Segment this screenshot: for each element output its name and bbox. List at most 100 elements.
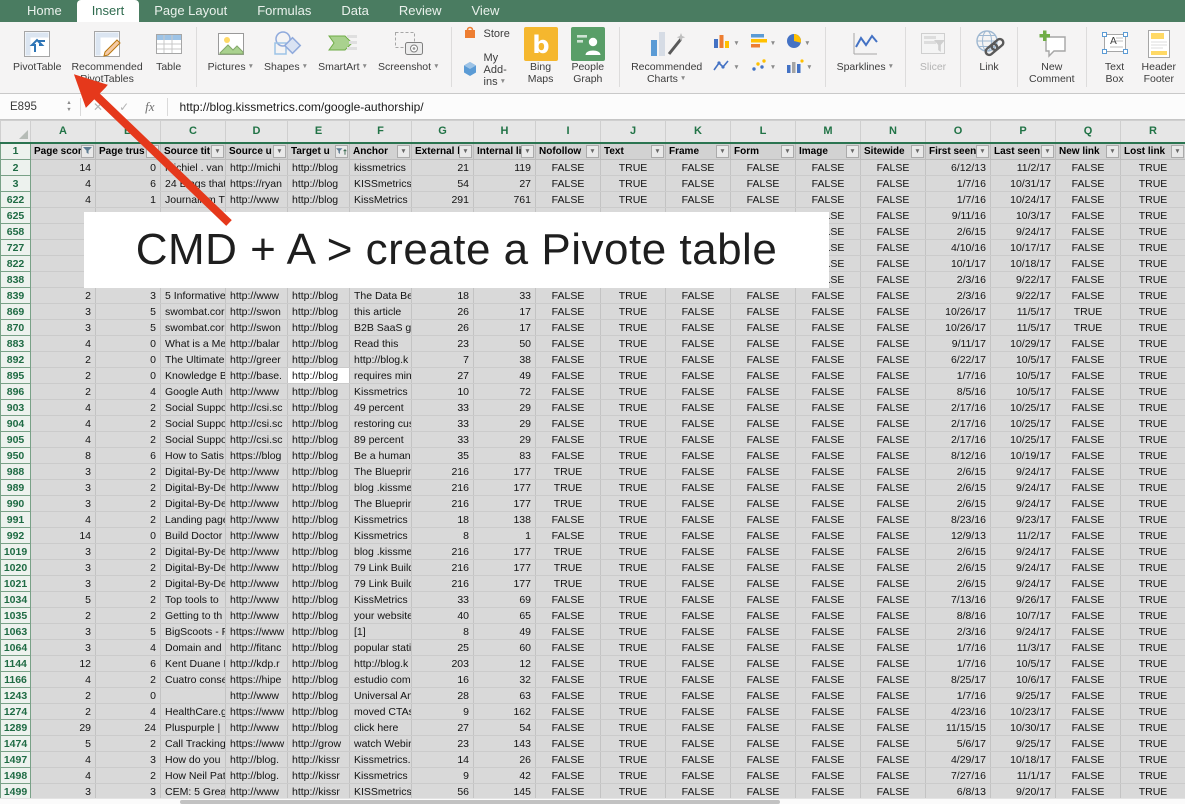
cell-H1034[interactable]: 69 [474,592,536,608]
cell-H991[interactable]: 138 [474,512,536,528]
cell-I1166[interactable]: FALSE [536,672,601,688]
cell-L1019[interactable]: FALSE [731,544,796,560]
cell-B1289[interactable]: 24 [96,720,161,736]
bing-maps-button[interactable]: b Bing Maps [519,25,563,87]
cell-C991[interactable]: Landing page [161,512,226,528]
cell-M896[interactable]: FALSE [796,384,861,400]
cell-J1166[interactable]: TRUE [601,672,666,688]
cell-D1144[interactable]: http://kdp.r [226,656,288,672]
cell-P991[interactable]: 9/23/17 [991,512,1056,528]
cell-R1274[interactable]: TRUE [1121,704,1185,720]
cell-J3[interactable]: TRUE [601,176,666,192]
cell-F883[interactable]: Read this [350,336,412,352]
row-header-883[interactable]: 883 [1,336,31,352]
cell-D988[interactable]: http://www [226,464,288,480]
column-header-C[interactable]: C [161,121,226,143]
cell-N1474[interactable]: FALSE [861,736,926,752]
cell-G1063[interactable]: 8 [412,624,474,640]
cell-I870[interactable]: FALSE [536,320,601,336]
cell-K992[interactable]: FALSE [666,528,731,544]
filter-button-C[interactable]: ▼ [211,145,224,158]
cell-C1144[interactable]: Kent Duane I [161,656,226,672]
cell-B1144[interactable]: 6 [96,656,161,672]
cell-H1019[interactable]: 177 [474,544,536,560]
cancel-icon[interactable]: ✕ [85,100,111,114]
cell-L991[interactable]: FALSE [731,512,796,528]
cell-B892[interactable]: 0 [96,352,161,368]
cell-G992[interactable]: 8 [412,528,474,544]
column-header-H[interactable]: H [474,121,536,143]
header-footer-button[interactable]: Header Footer [1137,25,1181,87]
cell-F1063[interactable]: [1] [350,624,412,640]
cell-L883[interactable]: FALSE [731,336,796,352]
cell-F1498[interactable]: Kissmetrics [350,768,412,784]
text-box-button[interactable]: A Text Box [1093,25,1137,87]
cell-E1497[interactable]: http://kissr [288,752,350,768]
cell-A2[interactable]: 14 [31,160,96,176]
cell-O838[interactable]: 2/3/16 [926,272,991,288]
cell-G1020[interactable]: 216 [412,560,474,576]
cell-I1474[interactable]: FALSE [536,736,601,752]
cell-E1019[interactable]: http://blog [288,544,350,560]
row-header-1144[interactable]: 1144 [1,656,31,672]
cell-O1497[interactable]: 4/29/17 [926,752,991,768]
cell-N892[interactable]: FALSE [861,352,926,368]
cell-Q822[interactable]: FALSE [1056,256,1121,272]
cell-J1064[interactable]: TRUE [601,640,666,656]
cell-L892[interactable]: FALSE [731,352,796,368]
cell-G839[interactable]: 18 [412,288,474,304]
cell-N1243[interactable]: FALSE [861,688,926,704]
row-header-822[interactable]: 822 [1,256,31,272]
cell-G1274[interactable]: 9 [412,704,474,720]
cell-E1474[interactable]: http://grow [288,736,350,752]
cell-E869[interactable]: http://blog [288,304,350,320]
filter-button-N[interactable]: ▼ [911,145,924,158]
cell-I1498[interactable]: FALSE [536,768,601,784]
cell-E988[interactable]: http://blog [288,464,350,480]
cell-E839[interactable]: http://blog [288,288,350,304]
cell-O1144[interactable]: 1/7/16 [926,656,991,672]
cell-F988[interactable]: The Blueprin [350,464,412,480]
cell-P838[interactable]: 9/22/17 [991,272,1056,288]
cell-D1474[interactable]: https://www [226,736,288,752]
cell-B989[interactable]: 2 [96,480,161,496]
cell-E1289[interactable]: http://blog [288,720,350,736]
cell-B883[interactable]: 0 [96,336,161,352]
cell-P1497[interactable]: 10/18/17 [991,752,1056,768]
cell-G870[interactable]: 26 [412,320,474,336]
cell-O1289[interactable]: 11/15/15 [926,720,991,736]
cell-J992[interactable]: TRUE [601,528,666,544]
cell-F1166[interactable]: estudio come [350,672,412,688]
cell-O892[interactable]: 6/22/17 [926,352,991,368]
cell-R1144[interactable]: TRUE [1121,656,1185,672]
cell-E905[interactable]: http://blog [288,432,350,448]
cell-L903[interactable]: FALSE [731,400,796,416]
cell-O990[interactable]: 2/6/15 [926,496,991,512]
cell-O1498[interactable]: 7/27/16 [926,768,991,784]
cell-G1243[interactable]: 28 [412,688,474,704]
cell-J1063[interactable]: TRUE [601,624,666,640]
cell-I988[interactable]: TRUE [536,464,601,480]
horizontal-scrollbar-thumb[interactable] [180,800,780,804]
row-header-950[interactable]: 950 [1,448,31,464]
cell-J903[interactable]: TRUE [601,400,666,416]
cell-C869[interactable]: swombat.cor [161,304,226,320]
row-header-1243[interactable]: 1243 [1,688,31,704]
cell-D892[interactable]: http://greer [226,352,288,368]
cell-B991[interactable]: 2 [96,512,161,528]
cell-Q883[interactable]: FALSE [1056,336,1121,352]
filter-button-M[interactable]: ▼ [846,145,859,158]
cell-N1498[interactable]: FALSE [861,768,926,784]
row-header-1020[interactable]: 1020 [1,560,31,576]
cell-L1289[interactable]: FALSE [731,720,796,736]
cell-H869[interactable]: 17 [474,304,536,320]
cell-G895[interactable]: 27 [412,368,474,384]
cell-R1289[interactable]: TRUE [1121,720,1185,736]
store-button[interactable]: Store [462,24,515,43]
cell-K883[interactable]: FALSE [666,336,731,352]
cell-M883[interactable]: FALSE [796,336,861,352]
cell-Q869[interactable]: TRUE [1056,304,1121,320]
cell-O989[interactable]: 2/6/15 [926,480,991,496]
shapes-button[interactable]: Shapes▼ [259,25,313,75]
cell-A1498[interactable]: 4 [31,768,96,784]
